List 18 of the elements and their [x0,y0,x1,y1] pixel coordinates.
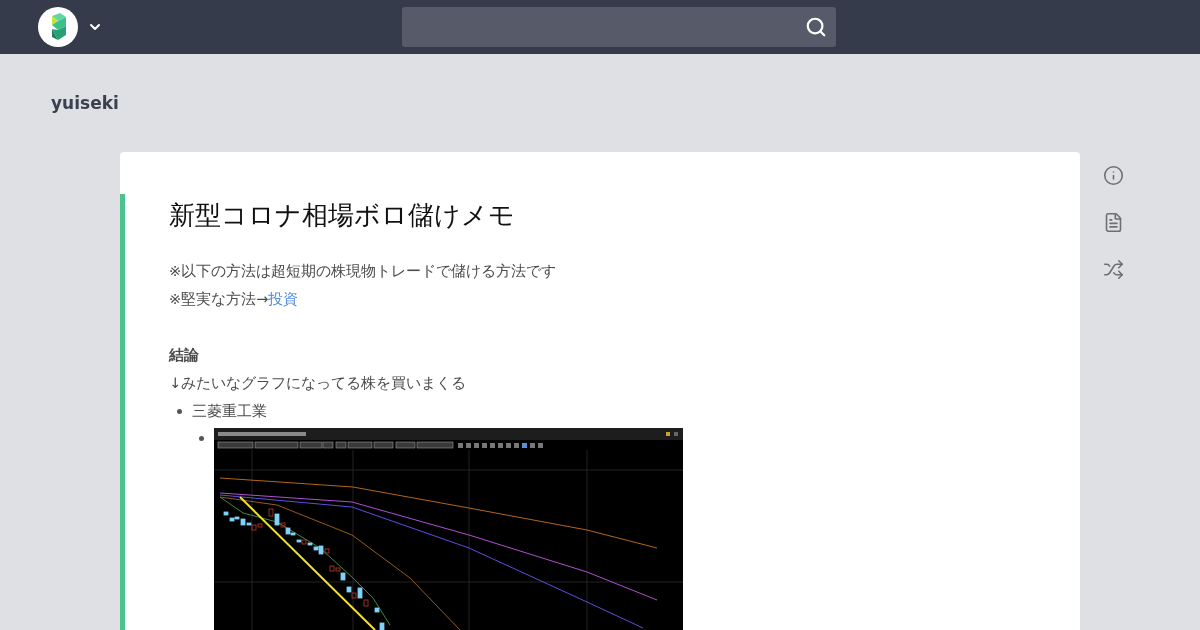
candle [374,607,380,613]
search-field[interactable] [402,7,836,47]
text-link[interactable]: 投資 [268,291,299,307]
logo-icon[interactable] [38,7,78,47]
intro-text: ↓みたいなグラフになってる株を買いまくる [169,374,467,393]
article-title: 新型コロナ相場ボロ儲けメモ [169,199,515,232]
candle [379,622,385,630]
note-text: ※堅実な方法→投資 [169,290,299,309]
info-icon[interactable] [1103,165,1124,186]
bullet-icon [199,436,204,441]
bullet-icon [177,408,182,414]
list-item-text: 三菱重工業 [192,402,267,421]
note-text: ※以下の方法は超短期の株現物トレードで儲ける方法です [169,262,557,281]
document-icon[interactable] [1103,212,1124,233]
section-heading: 結論 [169,346,199,365]
user-name[interactable]: yuiseki [51,93,119,113]
shuffle-icon[interactable] [1103,259,1124,280]
search-icon[interactable] [805,16,827,38]
